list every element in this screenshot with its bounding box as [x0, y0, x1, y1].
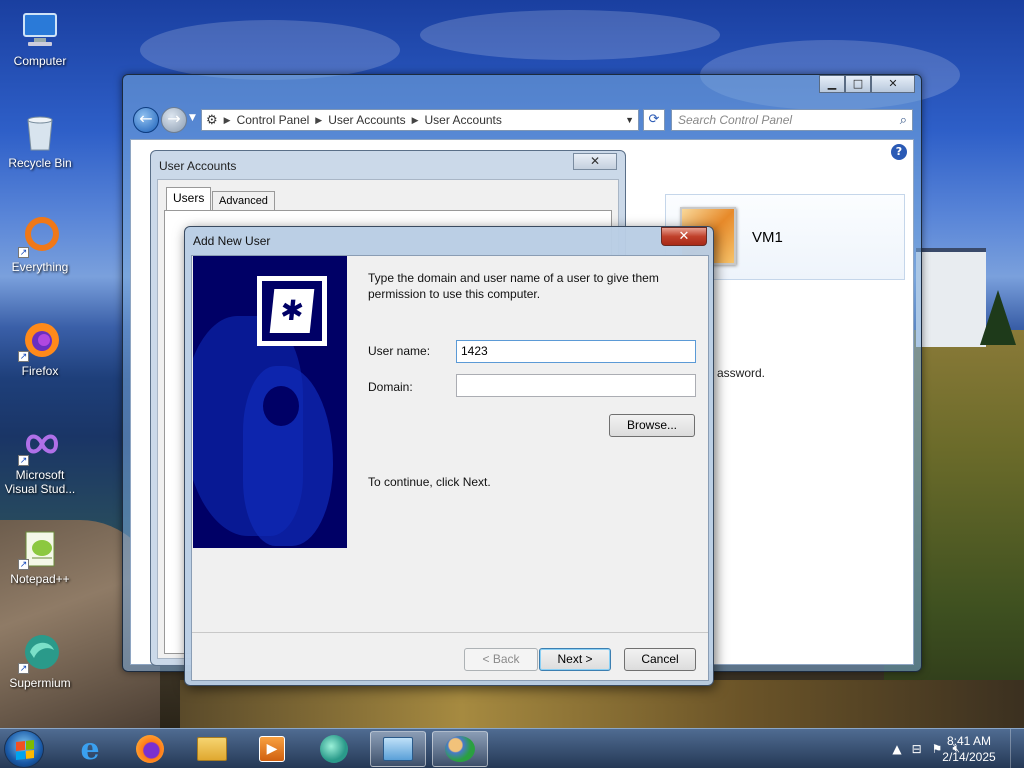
username-label: User name: [368, 344, 431, 358]
tab-users[interactable]: Users [166, 187, 212, 211]
cancel-button[interactable]: Cancel [624, 648, 696, 671]
clock-date: 2/14/2025 [942, 750, 996, 764]
taskbar-supermium[interactable] [306, 731, 362, 767]
tree-scenery [980, 290, 1016, 345]
taskbar-control-panel[interactable] [370, 731, 426, 767]
back-button[interactable]: < Back [464, 648, 538, 671]
file-explorer-icon [197, 737, 227, 761]
key-icon: ✱ [257, 276, 327, 346]
start-button[interactable] [4, 730, 44, 768]
account-name: VM1 [752, 229, 783, 246]
clock-time: 8:41 AM [946, 734, 992, 748]
supermium-icon: ↗ [18, 632, 60, 674]
help-icon[interactable]: ? [891, 144, 907, 160]
minimize-button[interactable]: ▁ [819, 75, 845, 93]
instructions-text: Type the domain and user name of a user … [368, 271, 659, 301]
forward-button[interactable]: → [161, 107, 187, 133]
next-button[interactable]: Next > [539, 648, 611, 671]
desktop-icon-firefox[interactable]: ↗ Firefox [2, 320, 78, 378]
taskbar: e ▶ ▲ ⊟ ⚑ 🔇︎ 8:41 AM 2/14/2025 [0, 728, 1024, 769]
domain-field[interactable] [456, 374, 696, 397]
clock[interactable]: 8:41 AM 2/14/2025 [936, 733, 1002, 765]
desktop-icon-everything[interactable]: ↗ Everything [2, 216, 78, 274]
taskbar-file-explorer[interactable] [184, 731, 240, 767]
desktop-icon-label: Firefox [21, 364, 59, 378]
desktop-icon-label: Notepad++ [10, 572, 70, 586]
taskbar-user-accounts[interactable] [432, 731, 488, 767]
browse-button[interactable]: Browse... [609, 414, 695, 437]
taskbar-firefox[interactable] [122, 731, 178, 767]
close-button[interactable]: ✕ [661, 227, 707, 246]
cloud [140, 20, 400, 80]
close-button[interactable]: ✕ [573, 153, 617, 170]
desktop-icon-label: Computer [13, 54, 67, 68]
show-desktop-button[interactable] [1010, 729, 1024, 769]
shortcut-arrow-icon: ↗ [18, 559, 29, 570]
user-accounts-icon [445, 736, 475, 762]
search-icon[interactable]: ⌕ [900, 112, 907, 128]
shortcut-arrow-icon: ↗ [18, 351, 29, 362]
desktop-icon-label: Supermium [9, 676, 71, 690]
desktop-icon-label: Microsoft Visual Stud... [4, 468, 76, 496]
maximize-button[interactable]: □ [845, 75, 871, 93]
taskbar-internet-explorer[interactable]: e [62, 731, 118, 767]
refresh-button[interactable]: ⟳ [643, 109, 665, 131]
firefox-icon: ↗ [18, 320, 60, 362]
address-bar[interactable]: ⚙ ▶ Control Panel ▶ User Accounts ▶ User… [201, 109, 639, 131]
dialog-title: Add New User [193, 234, 271, 248]
breadcrumb-separator-icon: ▶ [411, 114, 419, 125]
house-scenery [916, 252, 986, 347]
desktop: Computer Recycle Bin ↗ Everything ↗ Fire… [0, 0, 1024, 728]
window-caption-buttons: ▁ □ ✕ [819, 75, 915, 93]
add-new-user-dialog: Add New User ✕ ✱ Type the domain and use… [184, 226, 714, 686]
shortcut-arrow-icon: ↗ [18, 247, 29, 258]
computer-icon [20, 10, 60, 50]
password-text: assword. [717, 366, 766, 380]
search-input[interactable]: Search Control Panel ⌕ [671, 109, 913, 131]
footer-divider [192, 632, 708, 633]
desktop-icon-visual-studio[interactable]: ↗ Microsoft Visual Stud... [2, 424, 78, 496]
recent-pages-dropdown-icon[interactable]: ▼ [189, 113, 196, 123]
desktop-icon-label: Everything [11, 260, 69, 274]
breadcrumb-user-accounts-current[interactable]: User Accounts [425, 113, 502, 127]
address-dropdown-icon[interactable]: ▼ [625, 115, 634, 125]
tab-advanced[interactable]: Advanced [212, 191, 275, 211]
visual-studio-icon: ↗ [18, 424, 60, 466]
breadcrumb-control-panel[interactable]: Control Panel [237, 113, 310, 127]
continue-text: To continue, click Next. [368, 475, 491, 489]
desktop-icon-supermium[interactable]: ↗ Supermium [2, 632, 78, 690]
firefox-icon [136, 735, 164, 763]
search-placeholder: Search Control Panel [678, 113, 793, 127]
internet-explorer-icon: e [80, 731, 100, 767]
close-button[interactable]: ✕ [871, 75, 915, 93]
breadcrumb-separator-icon: ▶ [315, 114, 323, 125]
windows-logo-icon [16, 740, 34, 760]
media-player-icon: ▶ [259, 736, 285, 762]
breadcrumb-user-accounts[interactable]: User Accounts [328, 113, 405, 127]
desktop-icon-recycle-bin[interactable]: Recycle Bin [2, 112, 78, 170]
dialog-title: User Accounts [159, 159, 237, 173]
everything-icon: ↗ [18, 216, 60, 258]
taskbar-media-player[interactable]: ▶ [244, 731, 300, 767]
shortcut-arrow-icon: ↗ [18, 663, 29, 674]
control-panel-icon: ⚙ [206, 112, 218, 127]
desktop-icon-label: Recycle Bin [8, 156, 72, 170]
back-button[interactable]: ← [133, 107, 159, 133]
wizard-banner-image: ✱ [193, 256, 347, 548]
cloud [420, 10, 720, 60]
shortcut-arrow-icon: ↗ [18, 455, 29, 466]
dialog-body: ✱ Type the domain and user name of a use… [191, 255, 709, 681]
supermium-icon [320, 735, 348, 763]
breadcrumb-separator-icon: ▶ [223, 114, 231, 125]
ground-scenery [180, 680, 1024, 728]
username-field[interactable]: 1423 [456, 340, 696, 363]
desktop-icon-computer[interactable]: Computer [2, 10, 78, 68]
show-hidden-icons-icon[interactable]: ▲ [892, 742, 901, 756]
network-icon[interactable]: ⊟ [912, 742, 922, 756]
control-panel-icon [383, 737, 413, 761]
recycle-bin-icon [20, 112, 60, 152]
notepad-plus-plus-icon: ↗ [18, 528, 60, 570]
domain-label: Domain: [368, 380, 413, 394]
desktop-icon-notepad-plus-plus[interactable]: ↗ Notepad++ [2, 528, 78, 586]
